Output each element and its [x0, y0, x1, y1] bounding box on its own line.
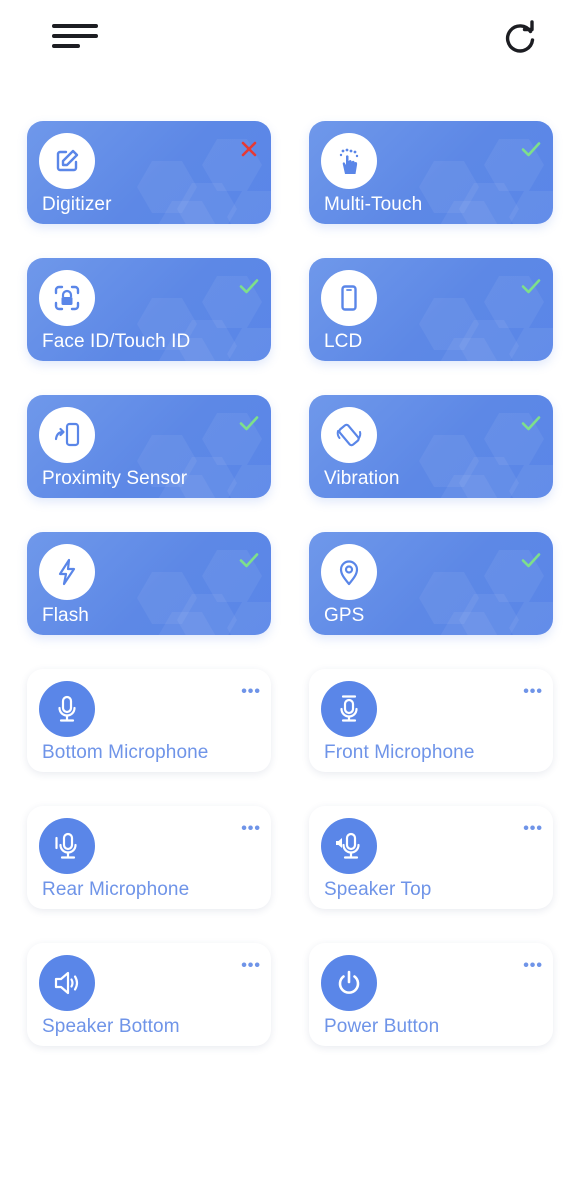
test-card-front-microphone[interactable]: ••• Front Microphone	[309, 669, 553, 772]
test-label: Digitizer	[42, 194, 112, 215]
test-card-lcd[interactable]: LCD	[309, 258, 553, 361]
more-options-icon[interactable]: •••	[241, 684, 261, 700]
speaker-top-icon	[321, 818, 377, 874]
diagnostics-screen: Digitizer Multi-Touch Face ID/Touch ID L…	[0, 0, 588, 1200]
status-fail-icon	[237, 137, 261, 161]
test-card-face-id[interactable]: Face ID/Touch ID	[27, 258, 271, 361]
edit-pencil-icon	[39, 133, 95, 189]
front-microphone-icon	[321, 681, 377, 737]
test-label: Proximity Sensor	[42, 468, 188, 489]
test-label: Multi-Touch	[324, 194, 423, 215]
location-pin-icon	[321, 544, 377, 600]
test-card-rear-microphone[interactable]: ••• Rear Microphone	[27, 806, 271, 909]
test-label: Flash	[42, 605, 89, 626]
test-card-proximity-sensor[interactable]: Proximity Sensor	[27, 395, 271, 498]
test-card-digitizer[interactable]: Digitizer	[27, 121, 271, 224]
status-pass-icon	[519, 137, 543, 161]
status-pass-icon	[237, 548, 261, 572]
more-options-icon[interactable]: •••	[241, 821, 261, 837]
face-id-icon	[39, 270, 95, 326]
power-icon	[321, 955, 377, 1011]
microphone-icon	[39, 681, 95, 737]
test-label: Speaker Bottom	[42, 1016, 180, 1037]
phone-screen-icon	[321, 270, 377, 326]
test-label: Power Button	[324, 1016, 440, 1037]
status-pass-icon	[519, 274, 543, 298]
rear-microphone-icon	[39, 818, 95, 874]
test-label: LCD	[324, 331, 363, 352]
status-pass-icon	[519, 411, 543, 435]
test-label: Bottom Microphone	[42, 742, 209, 763]
test-card-vibration[interactable]: Vibration	[309, 395, 553, 498]
test-card-power-button[interactable]: ••• Power Button	[309, 943, 553, 1046]
flash-bolt-icon	[39, 544, 95, 600]
status-pass-icon	[237, 411, 261, 435]
test-label: Rear Microphone	[42, 879, 190, 900]
proximity-icon	[39, 407, 95, 463]
test-card-gps[interactable]: GPS	[309, 532, 553, 635]
more-options-icon[interactable]: •••	[523, 684, 543, 700]
speaker-icon	[39, 955, 95, 1011]
status-pass-icon	[519, 548, 543, 572]
top-bar	[0, 0, 588, 80]
test-label: Front Microphone	[324, 742, 475, 763]
refresh-icon[interactable]	[500, 18, 540, 58]
hamburger-menu-icon[interactable]	[50, 20, 102, 56]
hand-touch-icon	[321, 133, 377, 189]
more-options-icon[interactable]: •••	[523, 821, 543, 837]
vibration-icon	[321, 407, 377, 463]
more-options-icon[interactable]: •••	[241, 958, 261, 974]
test-label: Vibration	[324, 468, 400, 489]
more-options-icon[interactable]: •••	[523, 958, 543, 974]
test-label: Face ID/Touch ID	[42, 331, 191, 352]
test-card-speaker-top[interactable]: ••• Speaker Top	[309, 806, 553, 909]
test-card-flash[interactable]: Flash	[27, 532, 271, 635]
status-pass-icon	[237, 274, 261, 298]
test-label: Speaker Top	[324, 879, 432, 900]
test-label: GPS	[324, 605, 365, 626]
test-card-speaker-bottom[interactable]: ••• Speaker Bottom	[27, 943, 271, 1046]
test-card-bottom-microphone[interactable]: ••• Bottom Microphone	[27, 669, 271, 772]
test-card-multi-touch[interactable]: Multi-Touch	[309, 121, 553, 224]
